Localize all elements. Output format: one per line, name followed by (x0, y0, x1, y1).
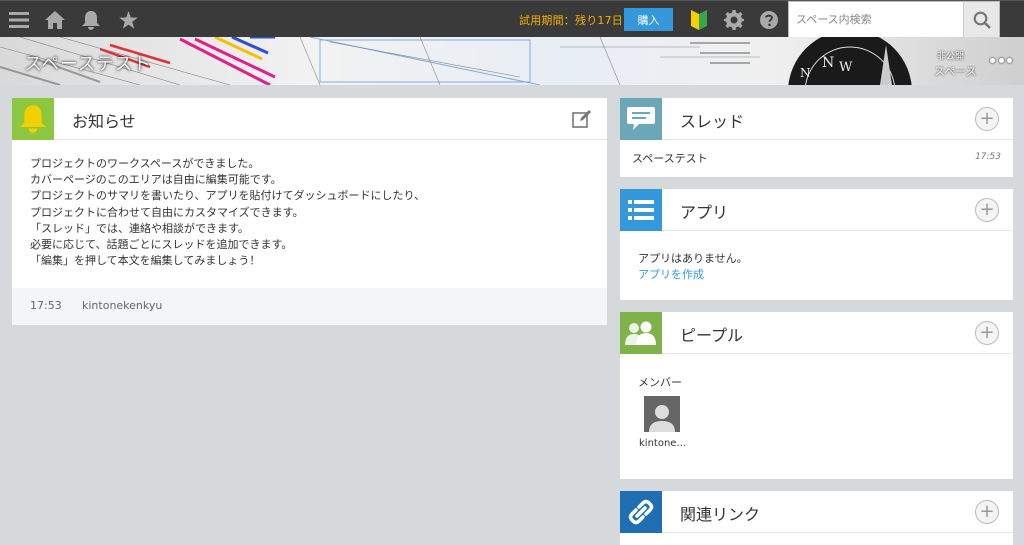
visibility-label: 非公開 (937, 52, 965, 62)
apps-panel: アプリ + アプリはありません。 アプリを作成 (620, 189, 1013, 300)
people-panel: ピープル + メンバー kintone… (620, 312, 1013, 479)
top-bar: 試用期間：残り17日 購入 (0, 0, 1024, 38)
notice-line: 「編集」を押して本文を編集してみましょう！ (30, 254, 261, 268)
links-header: 関連リンク + (620, 491, 1013, 533)
notice-line: 必要に応じて、話題ごとにスレッドを追加できます。 (30, 238, 293, 252)
menu-icon[interactable] (8, 9, 30, 31)
thread-panel: スレッド + スペーステスト 17:53 (620, 98, 1013, 177)
search-button[interactable] (963, 2, 999, 37)
people-icon (620, 312, 662, 354)
thread-time: 17:53 (975, 152, 1001, 162)
space-cover: N W N スペーステスト 非公開 スペース (0, 37, 1024, 85)
notice-updated-user[interactable]: kintonekenkyu (82, 299, 162, 312)
thread-name[interactable]: スペーステスト (632, 152, 708, 165)
notice-title: お知らせ (72, 112, 136, 131)
bell-icon (12, 98, 54, 140)
link-icon (620, 491, 662, 533)
svg-text:W: W (839, 60, 853, 75)
home-icon[interactable] (44, 9, 66, 31)
plus-icon: + (979, 199, 995, 220)
add-app-button[interactable]: + (975, 198, 999, 222)
more-options-button[interactable] (990, 53, 1012, 67)
visibility-sub: スペース (934, 65, 977, 78)
create-app-link[interactable]: アプリを作成 (638, 266, 704, 282)
links-title: 関連リンク (680, 505, 761, 524)
trial-period-text: 試用期間：残り17日 (519, 14, 623, 27)
people-header: ピープル + (620, 312, 1013, 354)
notice-line: 「スレッド」では、連絡や相談ができます。 (30, 221, 249, 235)
add-thread-button[interactable]: + (975, 107, 999, 131)
notice-panel: お知らせ プロジェクトのワークスペースができました。 カバーページのこのエリアは… (12, 98, 607, 325)
search-icon (973, 11, 991, 29)
notice-footer: 17:53 kintonekenkyu (12, 288, 607, 325)
edit-icon[interactable] (572, 109, 594, 129)
gear-icon[interactable] (723, 9, 745, 31)
avatar[interactable] (644, 396, 680, 432)
plus-icon: + (979, 501, 995, 522)
cover-image: N W N (0, 37, 912, 85)
buy-button[interactable]: 購入 (624, 8, 673, 31)
help-icon[interactable] (758, 9, 780, 31)
thread-header: スレッド + (620, 98, 1013, 140)
list-icon (620, 189, 662, 231)
notice-line: カバーページのこのエリアは自由に編集可能です。 (30, 173, 282, 187)
chat-bubble-icon (620, 98, 662, 140)
notice-line: プロジェクトのサマリを書いたり、アプリを貼付けてダッシュボードにしたり、 (30, 189, 426, 203)
apps-title: アプリ (680, 203, 729, 222)
user-avatar-icon (649, 405, 675, 432)
bell-icon[interactable] (80, 9, 102, 31)
member-name[interactable]: kintone… (639, 438, 689, 449)
related-links-panel: 関連リンク + (620, 491, 1013, 545)
plus-icon: + (979, 108, 995, 129)
add-link-button[interactable]: + (975, 500, 999, 524)
search-input[interactable] (789, 2, 965, 37)
members-label: メンバー (638, 376, 682, 389)
beginner-mark-icon[interactable] (688, 8, 710, 30)
search-box (788, 1, 1000, 38)
people-title: ピープル (680, 326, 744, 345)
notice-body: プロジェクトのワークスペースができました。 カバーページのこのエリアは自由に編集… (30, 156, 425, 269)
notice-header: お知らせ (12, 98, 607, 140)
notice-updated-time: 17:53 (30, 299, 62, 312)
star-icon[interactable] (117, 9, 139, 31)
svg-text:N: N (822, 55, 834, 71)
thread-item[interactable]: スペーステスト 17:53 (632, 150, 1001, 166)
add-member-button[interactable]: + (975, 321, 999, 345)
apps-header: アプリ + (620, 189, 1013, 231)
notice-line: プロジェクトのワークスペースができました。 (30, 157, 260, 170)
thread-title: スレッド (680, 112, 745, 131)
plus-icon: + (979, 322, 995, 343)
notice-line: プロジェクトに合わせて自由にカスタマイズできます。 (30, 205, 304, 219)
svg-text:N: N (800, 66, 811, 80)
apps-empty-text: アプリはありません。 (638, 252, 748, 265)
space-title: スペーステスト (24, 54, 152, 75)
